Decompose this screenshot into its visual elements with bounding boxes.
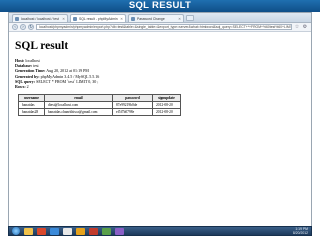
- table-cell: banatdas.chanrithisca@gmail.com: [44, 108, 113, 117]
- table-cell: 87e99219b0de: [112, 101, 153, 110]
- table-cell: 2012-08-20: [152, 101, 181, 110]
- tab-label: localhost / localhost / test | ...: [21, 16, 60, 21]
- browser-window: localhost / localhost / test | ... ✕ SQL…: [8, 12, 312, 232]
- taskbar: 1:19 PM 8/20/2012: [8, 226, 312, 236]
- taskbar-app-icon[interactable]: [37, 227, 46, 235]
- tab-label: Password Change: [137, 16, 165, 21]
- back-icon[interactable]: ‹: [12, 24, 18, 30]
- table-cell: ef5f7b0798e: [112, 108, 153, 117]
- close-icon[interactable]: ✕: [178, 17, 181, 21]
- page-icon: [131, 16, 135, 21]
- start-button[interactable]: [12, 227, 20, 235]
- forward-icon[interactable]: ›: [20, 24, 26, 30]
- column-header: signupdate: [152, 94, 181, 103]
- star-icon[interactable]: ☆: [294, 24, 300, 30]
- table-cell: 2012-08-20: [152, 108, 181, 117]
- taskbar-app-icon[interactable]: [115, 227, 124, 235]
- column-header: username: [18, 94, 45, 103]
- tab-phpmyadmin[interactable]: localhost / localhost / test | ... ✕: [12, 14, 68, 22]
- table-header-row: username email password signupdate: [18, 94, 181, 103]
- reload-icon[interactable]: ↻: [28, 24, 34, 30]
- page-title: SQL result: [15, 40, 69, 52]
- wrench-icon[interactable]: ⚙: [302, 24, 308, 30]
- table-cell: banatdas28: [18, 108, 45, 117]
- meta-row-rows: Rows: 2: [15, 84, 29, 90]
- result-table: username email password signupdate banat…: [18, 94, 181, 117]
- page-content: SQL result Host: localhost Database: tes…: [9, 34, 311, 231]
- table-row: banatdas dtest@localhost.com 87e99219b0d…: [18, 101, 181, 110]
- column-header: password: [112, 94, 153, 103]
- taskbar-app-icon[interactable]: [50, 227, 59, 235]
- meta-list: Host: localhost Database: test Generatio…: [15, 58, 305, 89]
- table-cell: dtest@localhost.com: [44, 101, 113, 110]
- page-icon: [73, 16, 77, 21]
- taskbar-app-icon[interactable]: [102, 227, 111, 235]
- address-bar[interactable]: localhost/phpmyadmin/phpmyadmin/export.p…: [36, 24, 292, 30]
- close-icon[interactable]: ✕: [62, 17, 65, 21]
- page-icon: [15, 16, 19, 21]
- new-tab-button[interactable]: [186, 15, 194, 21]
- tab-sql-result[interactable]: SQL result - phpMyAdmin ✕: [70, 14, 126, 22]
- table-row: banatdas28 banatdas.chanrithisca@gmail.c…: [18, 108, 181, 117]
- taskbar-app-icon[interactable]: [24, 227, 33, 235]
- column-header: email: [44, 94, 113, 103]
- close-icon[interactable]: ✕: [120, 17, 123, 21]
- taskbar-app-icon[interactable]: [76, 227, 85, 235]
- tab-label: SQL result - phpMyAdmin: [79, 16, 118, 21]
- slide-title: SQL RESULT: [0, 0, 320, 12]
- tab-bar: localhost / localhost / test | ... ✕ SQL…: [9, 13, 311, 23]
- taskbar-app-icon[interactable]: [63, 227, 72, 235]
- tab-password-change[interactable]: Password Change ✕: [128, 14, 184, 22]
- nav-bar: ‹ › ↻ localhost/phpmyadmin/phpmyadmin/ex…: [9, 23, 311, 32]
- table-cell: banatdas: [18, 101, 45, 110]
- system-clock[interactable]: 1:19 PM 8/20/2012: [293, 227, 311, 235]
- taskbar-app-icon[interactable]: [89, 227, 98, 235]
